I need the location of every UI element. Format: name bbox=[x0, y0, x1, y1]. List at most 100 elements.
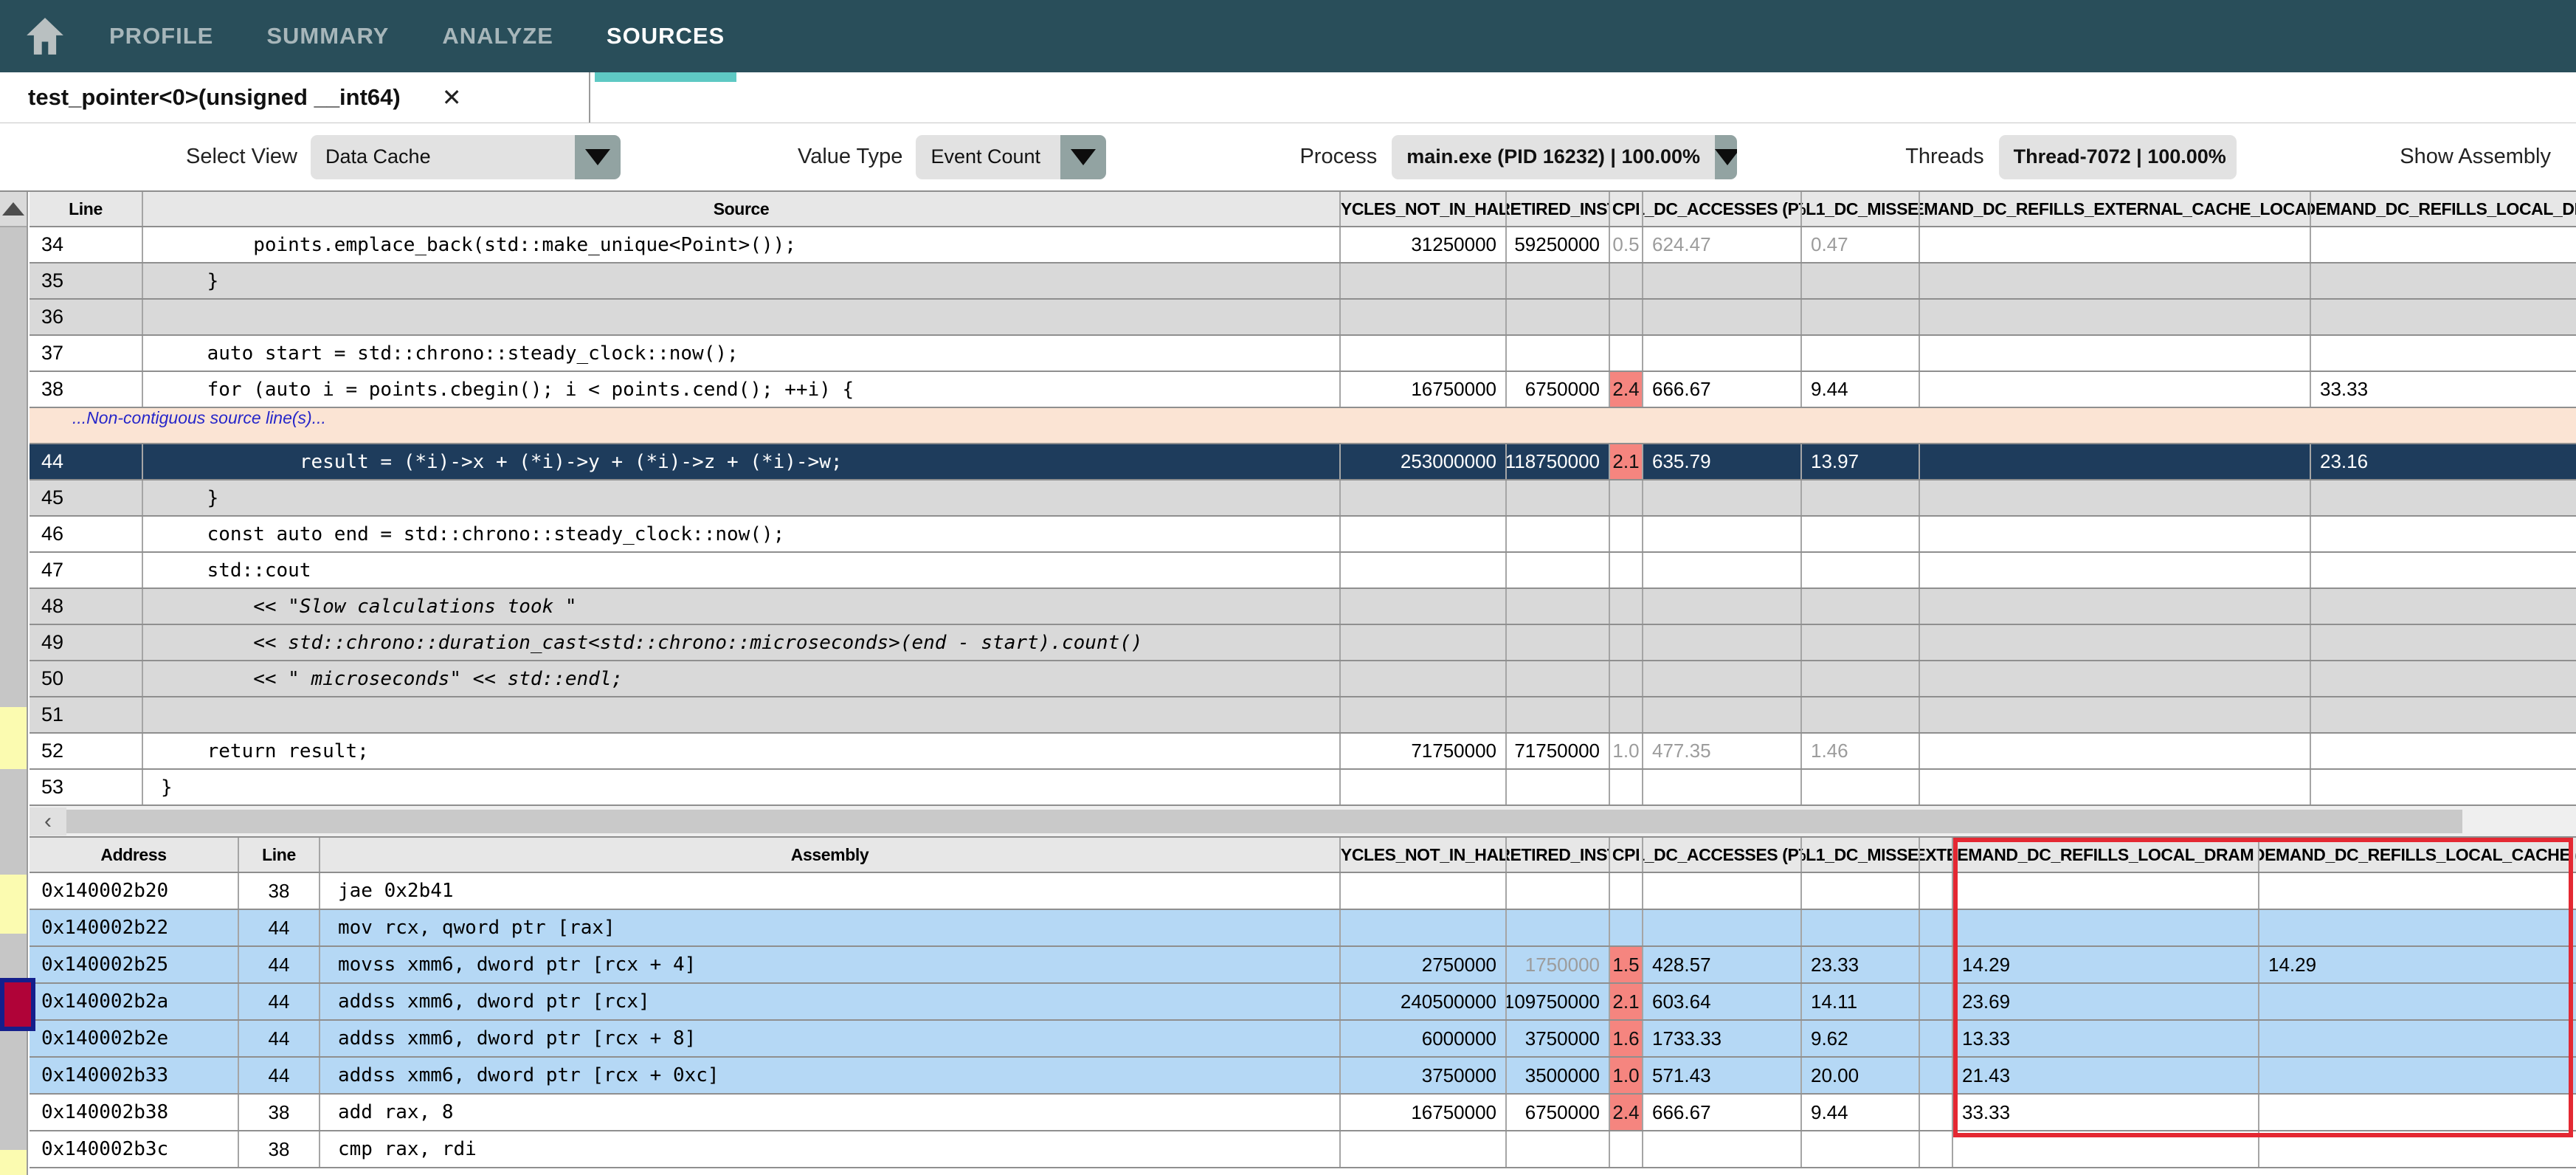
address-value: 0x140002b20 bbox=[30, 873, 239, 909]
retired-value bbox=[1507, 873, 1610, 909]
assembly-row[interactable]: 0x140002b2e44addss xmm6, dword ptr [rcx … bbox=[30, 1021, 2576, 1058]
source-row[interactable]: 48 << "Slow calculations took " bbox=[30, 589, 2576, 625]
scroll-up-arrow-icon[interactable] bbox=[0, 192, 27, 227]
refills-external-value bbox=[1920, 372, 2311, 407]
cpi-value: 0.5 bbox=[1610, 227, 1643, 262]
assembly-col-header[interactable]: L1_DC_ACCESSES (PTI) bbox=[1643, 838, 1802, 872]
source-row[interactable]: 46 const auto end = std::chrono::steady_… bbox=[30, 517, 2576, 553]
retired-value: 3500000 bbox=[1507, 1058, 1610, 1093]
retired-value bbox=[1507, 770, 1610, 804]
line-number: 49 bbox=[30, 625, 143, 660]
l1-misses-value: 9.44 bbox=[1802, 372, 1920, 407]
assembly-row[interactable]: 0x140002b2544movss xmm6, dword ptr [rcx … bbox=[30, 947, 2576, 984]
source-col-header[interactable]: Source bbox=[143, 192, 1341, 226]
source-row[interactable]: 50 << " microseconds" << std::endl; bbox=[30, 661, 2576, 697]
threads-value: Thread-7072 | 100.00% bbox=[1999, 135, 2237, 179]
horizontal-scrollbar-thumb[interactable] bbox=[66, 810, 2462, 833]
source-col-header[interactable]: L1_DEMAND_DC_REFILLS_LOCAL_DRAM bbox=[2311, 192, 2576, 226]
cpi-value bbox=[1610, 910, 1643, 945]
home-icon[interactable] bbox=[24, 16, 66, 56]
source-row[interactable]: 37 auto start = std::chrono::steady_cloc… bbox=[30, 336, 2576, 372]
assembly-row[interactable]: 0x140002b2a44addss xmm6, dword ptr [rcx]… bbox=[30, 984, 2576, 1021]
source-row[interactable]: 36 bbox=[30, 300, 2576, 336]
close-icon[interactable]: ✕ bbox=[442, 86, 462, 109]
source-row[interactable]: 38 for (auto i = points.cbegin(); i < po… bbox=[30, 372, 2576, 408]
assembly-row[interactable]: 0x140002b2244mov rcx, qword ptr [rax] bbox=[30, 910, 2576, 947]
assembly-instruction: addss xmm6, dword ptr [rcx + 0xc] bbox=[320, 1058, 1341, 1093]
process-dropdown[interactable]: main.exe (PID 16232) | 100.00% bbox=[1392, 135, 1737, 179]
line-number: 47 bbox=[30, 553, 143, 588]
assembly-col-header[interactable]: Address bbox=[30, 838, 239, 872]
l1-accesses-value bbox=[1643, 336, 1802, 371]
source-row[interactable]: 49 << std::chrono::duration_cast<std::ch… bbox=[30, 625, 2576, 661]
threads-dropdown[interactable]: Thread-7072 | 100.00% bbox=[1999, 135, 2237, 179]
cpi-value bbox=[1610, 553, 1643, 588]
cycles-value bbox=[1341, 910, 1507, 945]
nav-tab-sources[interactable]: SOURCES bbox=[607, 23, 725, 49]
assembly-col-header[interactable]: CYCLES_NOT_IN_HALT bbox=[1341, 838, 1507, 872]
cpi-value bbox=[1610, 480, 1643, 515]
source-col-header[interactable]: CPI bbox=[1610, 192, 1643, 226]
l1-accesses-value: 666.67 bbox=[1643, 372, 1802, 407]
nav-tab-summary[interactable]: SUMMARY bbox=[266, 23, 389, 49]
show-assembly-toggle[interactable]: Show Assembly bbox=[2400, 145, 2551, 169]
refills-external-value bbox=[1920, 1131, 1953, 1167]
source-row[interactable]: 34 points.emplace_back(std::make_unique<… bbox=[30, 227, 2576, 263]
source-row[interactable]: 44 result = (*i)->x + (*i)->y + (*i)->z … bbox=[30, 444, 2576, 480]
refills-external-value bbox=[1920, 984, 1953, 1019]
select-view-dropdown[interactable]: Data Cache bbox=[311, 135, 621, 179]
cycles-value: 71750000 bbox=[1341, 734, 1507, 768]
line-number: 36 bbox=[30, 300, 143, 334]
cpi-value bbox=[1610, 517, 1643, 551]
assembly-row[interactable]: 0x140002b3c38cmp rax, rdi bbox=[30, 1131, 2576, 1168]
cycles-value bbox=[1341, 697, 1507, 732]
assembly-row[interactable]: 0x140002b2038jae 0x2b41 bbox=[30, 873, 2576, 910]
value-type-dropdown[interactable]: Event Count bbox=[916, 135, 1106, 179]
assembly-col-header[interactable]: L1_DEMAND_DC_REFILLS_LOCAL_CACHE (PTI) bbox=[2259, 838, 2576, 872]
line-number: 44 bbox=[30, 444, 143, 479]
assembly-col-header[interactable]: RETIRED_INST bbox=[1507, 838, 1610, 872]
nav-tab-profile[interactable]: PROFILE bbox=[109, 23, 213, 49]
scroll-left-arrow-icon[interactable]: ‹ bbox=[30, 807, 66, 835]
refills-external-value bbox=[1920, 336, 2311, 371]
line-number: 44 bbox=[239, 947, 320, 982]
document-tab[interactable]: test_pointer<0>(unsigned __int64) ✕ bbox=[0, 72, 590, 123]
assembly-row[interactable]: 0x140002b3838add rax, 81675000067500002.… bbox=[30, 1095, 2576, 1131]
assembly-col-header[interactable]: Line bbox=[239, 838, 320, 872]
assembly-col-header[interactable]: CPI bbox=[1610, 838, 1643, 872]
source-col-header[interactable]: L1_DC_ACCESSES (PTI) bbox=[1643, 192, 1802, 226]
source-row[interactable]: 35 } bbox=[30, 263, 2576, 300]
nav-tab-analyze[interactable]: ANALYZE bbox=[442, 23, 553, 49]
source-row[interactable]: 52 return result;71750000717500001.0477.… bbox=[30, 734, 2576, 770]
assembly-col-header[interactable]: %L1_DC_MISSES bbox=[1802, 838, 1920, 872]
horizontal-scrollbar[interactable]: ‹ bbox=[30, 806, 2576, 838]
cpi-value bbox=[1610, 873, 1643, 909]
refills-external-value bbox=[1920, 1021, 1953, 1056]
source-col-header[interactable]: CYCLES_NOT_IN_HALT bbox=[1341, 192, 1507, 226]
cpi-value: 2.4 bbox=[1610, 1095, 1643, 1130]
tables-area: LineSourceCYCLES_NOT_IN_HALTRETIRED_INST… bbox=[30, 192, 2576, 1168]
source-row[interactable]: 47 std::cout bbox=[30, 553, 2576, 589]
address-value: 0x140002b38 bbox=[30, 1095, 239, 1130]
source-col-header[interactable]: L1_DEMAND_DC_REFILLS_EXTERNAL_CACHE_LOCA… bbox=[1920, 192, 2311, 226]
document-tab-strip: test_pointer<0>(unsigned __int64) ✕ bbox=[0, 72, 2576, 123]
vertical-scrollbar[interactable] bbox=[0, 192, 28, 1175]
refills-dram-value bbox=[2311, 625, 2576, 660]
source-col-header[interactable]: Line bbox=[30, 192, 143, 226]
assembly-table-body: 0x140002b2038jae 0x2b410x140002b2244mov … bbox=[30, 873, 2576, 1168]
source-row[interactable]: 51 bbox=[30, 697, 2576, 734]
assembly-col-header[interactable]: EXTE bbox=[1920, 838, 1953, 872]
cpi-value bbox=[1610, 625, 1643, 660]
cycles-value bbox=[1341, 263, 1507, 298]
source-col-header[interactable]: RETIRED_INST bbox=[1507, 192, 1610, 226]
source-row[interactable]: 45 } bbox=[30, 480, 2576, 517]
assembly-row[interactable]: 0x140002b3344addss xmm6, dword ptr [rcx … bbox=[30, 1058, 2576, 1095]
source-row[interactable]: 53} bbox=[30, 770, 2576, 806]
assembly-col-header[interactable]: L1_DEMAND_DC_REFILLS_LOCAL_DRAM (PTI) bbox=[1953, 838, 2259, 872]
scroll-marker-yellow bbox=[0, 707, 27, 769]
assembly-col-header[interactable]: Assembly bbox=[320, 838, 1341, 872]
assembly-instruction: movss xmm6, dword ptr [rcx + 4] bbox=[320, 947, 1341, 982]
l1-misses-value bbox=[1802, 553, 1920, 588]
source-col-header[interactable]: %L1_DC_MISSES bbox=[1802, 192, 1920, 226]
refills-local-dram-value: 14.29 bbox=[1953, 947, 2259, 982]
